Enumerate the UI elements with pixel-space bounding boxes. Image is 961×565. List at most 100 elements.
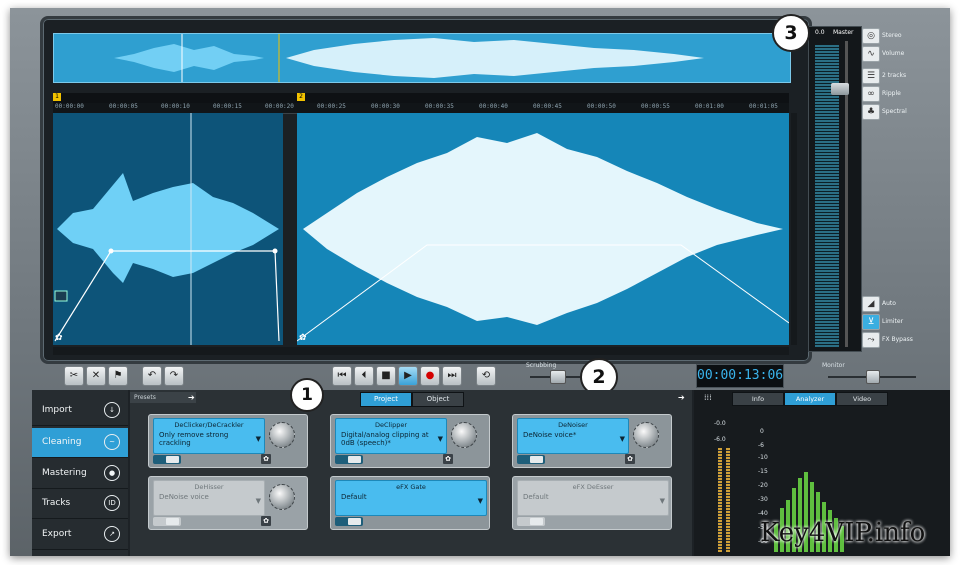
fx-toggle[interactable] — [335, 455, 363, 464]
tab-info[interactable]: Info — [732, 392, 784, 406]
level-meter-right — [726, 448, 730, 552]
ripple-icon[interactable]: ∞ — [862, 86, 880, 102]
fx-title: DeHisser — [194, 483, 224, 491]
fx-module-denoiser[interactable]: DeNoiser DeNoise voice* ▼ ✿ — [512, 414, 672, 468]
timecode-display: 00:00:13:06 — [696, 364, 784, 388]
marker-2[interactable]: 2 — [297, 93, 305, 101]
cut-icon[interactable]: ✂ — [64, 366, 84, 386]
spectral-icon[interactable]: ♣ — [862, 104, 880, 120]
stereo-icon[interactable]: ◎ — [862, 28, 880, 44]
two-tracks-label: 2 tracks — [882, 72, 907, 79]
dropdown-arrow-icon: ▼ — [659, 497, 665, 505]
fx-module-declipper[interactable]: DeClipper Digital/analog clipping at 0dB… — [330, 414, 490, 468]
stop-icon[interactable]: ■ — [376, 366, 396, 386]
tick-label: 00:00:05 — [109, 103, 138, 110]
record-icon[interactable]: ● — [420, 366, 440, 386]
vertical-scrollbar[interactable] — [791, 113, 797, 345]
level-meter-left — [718, 448, 722, 552]
fx-preset-select[interactable]: DeHisser DeNoise voice ▼ — [153, 480, 265, 516]
nav-item-export[interactable]: Export ↗ — [32, 520, 128, 550]
fx-toggle[interactable] — [517, 517, 545, 526]
fx-knob[interactable] — [633, 422, 659, 448]
dropdown-arrow-icon: ▼ — [619, 435, 625, 443]
effects-panel: Presets ➔ 1 Project Object ➔ DeClicker/D… — [130, 378, 692, 556]
limiter-label: Limiter — [882, 318, 904, 325]
overview-waveform[interactable] — [53, 33, 791, 83]
fx-module-efx-deesser[interactable]: eFX DeEsser Default ▼ — [512, 476, 672, 530]
tick-label: 00:00:20 — [265, 103, 294, 110]
tick-label: 00:00:15 — [213, 103, 242, 110]
fx-toggle[interactable] — [517, 455, 545, 464]
marker-1[interactable]: 1 — [53, 93, 61, 101]
fx-toggle[interactable] — [153, 517, 181, 526]
limiter-icon[interactable]: ⊻ — [862, 314, 880, 330]
horizontal-scrollbar[interactable] — [53, 347, 789, 355]
watermark-text: Key4VIP.info — [760, 518, 926, 548]
fx-knob[interactable] — [269, 484, 295, 510]
nav-item-cleaning[interactable]: Cleaning ~ — [32, 428, 128, 458]
expand-arrow-icon[interactable]: ➔ — [678, 393, 685, 402]
nav-item-tracks[interactable]: Tracks ID — [32, 489, 128, 519]
monitor-slider[interactable] — [866, 370, 880, 384]
two-tracks-icon[interactable]: ☰ — [862, 68, 880, 84]
scrubbing-slider[interactable] — [550, 370, 566, 384]
fx-preset-select[interactable]: eFX DeEsser Default ▼ — [517, 480, 669, 516]
fx-preset-select[interactable]: DeClicker/DeCrackler Only remove strong … — [153, 418, 265, 454]
fx-preset-select[interactable]: eFX Gate Default ▼ — [335, 480, 487, 516]
fx-preset-select[interactable]: DeClipper Digital/analog clipping at 0dB… — [335, 418, 447, 454]
gear-icon[interactable]: ✿ — [443, 454, 453, 464]
fx-title: DeClicker/DeCrackler — [174, 421, 244, 429]
tab-project[interactable]: Project — [360, 392, 412, 407]
presets-dropdown[interactable]: Presets — [130, 392, 196, 403]
gear-icon[interactable]: ✿ — [625, 454, 635, 464]
fx-knob[interactable] — [451, 422, 477, 448]
fx-preset-value: Default — [341, 493, 367, 501]
undo-icon[interactable]: ↶ — [142, 366, 162, 386]
fx-preset-value: DeNoise voice* — [523, 431, 577, 439]
fx-knob[interactable] — [269, 422, 295, 448]
clip-1-gear-icon[interactable]: ✿ — [55, 333, 63, 343]
meter-scale-label: -6.0 — [714, 436, 726, 443]
tick-label: 00:00:10 — [161, 103, 190, 110]
clip-2-gear-icon[interactable]: ✿ — [299, 333, 307, 343]
presets-arrow-icon[interactable]: ➔ — [188, 393, 195, 402]
flag-icon[interactable]: ⚑ — [108, 366, 128, 386]
play-icon[interactable]: ▶ — [398, 366, 418, 386]
prev-icon[interactable]: ⏴ — [354, 366, 374, 386]
gear-icon[interactable]: ✿ — [261, 516, 271, 526]
gear-icon[interactable]: ✿ — [261, 454, 271, 464]
nav-item-label: Mastering — [42, 468, 87, 478]
fx-title: eFX Gate — [396, 483, 426, 491]
nav-item-mastering[interactable]: Mastering ● — [32, 459, 128, 489]
callout-badge-1: 1 — [290, 378, 324, 412]
skip-forward-icon[interactable]: ⏭ — [442, 366, 462, 386]
redo-icon[interactable]: ↷ — [164, 366, 184, 386]
nav-item-import[interactable]: Import ↓ — [32, 396, 128, 426]
delete-icon[interactable]: ✕ — [86, 366, 106, 386]
fx-preset-select[interactable]: DeNoiser DeNoise voice* ▼ — [517, 418, 629, 454]
fx-toggle[interactable] — [335, 517, 363, 526]
audio-clip-1[interactable]: ✿ — [53, 113, 283, 345]
fx-bypass-icon[interactable]: ⤳ — [862, 332, 880, 348]
master-fader-knob[interactable] — [831, 83, 849, 95]
fx-module-dehisser[interactable]: DeHisser DeNoise voice ▼ ✿ — [148, 476, 308, 530]
volume-curve-icon[interactable]: ∿ — [862, 46, 880, 62]
tick-label: 00:00:55 — [641, 103, 670, 110]
tab-analyzer[interactable]: Analyzer — [784, 392, 836, 406]
tracks-icon: ID — [104, 495, 120, 511]
sidebar-nav: Import ↓ Cleaning ~ Mastering ● Tracks I… — [32, 390, 128, 556]
app-window: 1 2 00:00:00 00:00:05 00:00:10 00:00:15 … — [10, 8, 950, 556]
audio-clip-2[interactable]: ✿ — [296, 113, 790, 345]
skip-back-icon[interactable]: ⏮ — [332, 366, 352, 386]
auto-icon[interactable]: ◢ — [862, 296, 880, 312]
fx-module-declicker[interactable]: DeClicker/DeCrackler Only remove strong … — [148, 414, 308, 468]
loop-icon[interactable]: ⟲ — [476, 366, 496, 386]
fx-preset-value: Default — [523, 493, 549, 501]
grid-icon[interactable]: ⁞⁞⁞ — [704, 393, 712, 402]
fx-module-efx-gate[interactable]: eFX Gate Default ▼ — [330, 476, 490, 530]
waveform-monitor: 1 2 00:00:00 00:00:05 00:00:10 00:00:15 … — [40, 16, 812, 364]
tab-video[interactable]: Video — [836, 392, 888, 406]
tab-object[interactable]: Object — [412, 392, 464, 407]
ripple-label: Ripple — [882, 90, 901, 97]
fx-toggle[interactable] — [153, 455, 181, 464]
